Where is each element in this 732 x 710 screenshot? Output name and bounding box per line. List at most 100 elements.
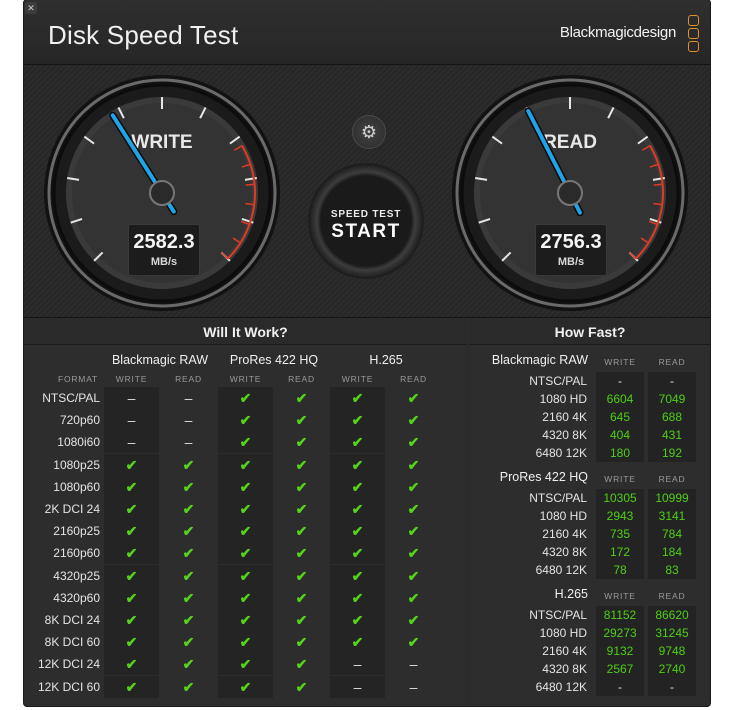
wiw-column-header: WRITE: [115, 374, 148, 384]
app-window: Disk Speed Test Blackmagicdesign WRITE 2…: [24, 0, 710, 706]
app-title: Disk Speed Test: [48, 20, 239, 50]
check-icon: ✔: [295, 456, 308, 473]
hf-format-label: 2160 4K: [542, 410, 587, 424]
hf-format-label: 6480 12K: [535, 563, 587, 577]
hf-format-label: 4320 8K: [542, 662, 587, 676]
hf-row: 1080 HD 2943 3141: [470, 507, 710, 525]
hf-format-label: 1080 HD: [539, 392, 587, 406]
hf-column-header: WRITE: [604, 591, 636, 601]
check-icon: ✔: [295, 501, 308, 517]
check-icon: ✔: [218, 542, 273, 565]
check-icon: ✔: [330, 520, 385, 543]
hf-row: NTSC/PAL 10305 10999: [470, 489, 710, 507]
settings-gear-button[interactable]: ⚙: [352, 115, 386, 149]
hf-read-value: 3141: [648, 507, 696, 525]
gauge-redline-tick: [245, 183, 255, 186]
title-bar: Disk Speed Test Blackmagicdesign: [24, 0, 710, 65]
check-icon: ✔: [104, 631, 159, 654]
hf-row: 4320 8K 172 184: [470, 543, 710, 561]
check-icon: ✔: [330, 609, 385, 631]
wiw-format-label: 8K DCI 24: [44, 613, 100, 627]
gauge-hub: [557, 180, 583, 206]
close-button[interactable]: ✕: [25, 2, 37, 14]
hf-format-label: 2160 4K: [542, 527, 587, 541]
how-fast-title: How Fast?: [470, 320, 710, 345]
hf-row: 6480 12K 180 192: [470, 444, 710, 462]
check-icon: ✔: [407, 478, 420, 495]
check-icon: ✔: [104, 542, 159, 565]
wiw-column-header: WRITE: [229, 374, 262, 384]
hf-column-header: READ: [658, 474, 686, 484]
wiw-row: 2160p25 ✔ ✔ ✔ ✔ ✔ ✔: [24, 520, 467, 543]
hf-read-value: 7049: [648, 390, 696, 408]
check-icon: ✔: [295, 390, 308, 406]
check-icon: ✔: [407, 412, 420, 429]
wiw-format-label: 1080p60: [53, 479, 100, 494]
check-icon: ✔: [330, 409, 385, 432]
hf-format-label: 2160 4K: [542, 644, 587, 658]
hf-read-value: 784: [648, 525, 696, 543]
read-speed-value: 2756.3: [540, 231, 602, 253]
wiw-row: 1080p25 ✔ ✔ ✔ ✔ ✔ ✔: [24, 453, 467, 476]
hf-column-header: WRITE: [604, 474, 636, 484]
wiw-row: 4320p25 ✔ ✔ ✔ ✔ ✔ ✔: [24, 564, 467, 587]
check-icon: ✔: [407, 589, 420, 606]
hf-format-label: NTSC/PAL: [529, 608, 587, 622]
dash-icon: –: [184, 390, 193, 406]
hf-read-value: -: [648, 372, 696, 390]
hf-format-label: 6480 12K: [535, 680, 587, 694]
hf-write-value: 404: [596, 426, 644, 444]
hf-write-value: 2567: [596, 660, 644, 678]
hf-read-value: 86620: [648, 606, 696, 624]
will-it-work-panel: Will It Work? Blackmagic RAW ProRes 422 H…: [24, 320, 467, 706]
wiw-column-header: READ: [400, 374, 427, 384]
check-icon: ✔: [104, 475, 159, 498]
hf-row: 6480 12K - -: [470, 678, 710, 696]
dash-icon: –: [409, 678, 418, 695]
wiw-group-header: H.265: [369, 353, 403, 367]
dash-icon: –: [330, 675, 385, 698]
read-gauge: READ: [452, 75, 688, 311]
check-icon: ✔: [218, 586, 273, 609]
brand-logo-text: Blackmagicdesign: [559, 24, 676, 41]
check-icon: ✔: [182, 612, 195, 628]
write-gauge: WRITE: [44, 75, 280, 311]
hf-read-value: 431: [648, 426, 696, 444]
check-icon: ✔: [295, 434, 308, 451]
wiw-row: 12K DCI 60 ✔ ✔ ✔ ✔ – –: [24, 675, 467, 698]
hf-row: 1080 HD 29273 31245: [470, 624, 710, 642]
check-icon: ✔: [407, 456, 420, 473]
wiw-format-label: 4320p60: [53, 590, 100, 605]
gauge-label: WRITE: [131, 132, 192, 153]
check-icon: ✔: [218, 475, 273, 498]
hf-write-value: 735: [596, 525, 644, 543]
check-icon: ✔: [218, 631, 273, 654]
wiw-row: NTSC/PAL – – ✔ ✔ ✔ ✔: [24, 387, 467, 409]
check-icon: ✔: [407, 501, 420, 517]
wiw-row: 2160p60 ✔ ✔ ✔ ✔ ✔ ✔: [24, 542, 467, 565]
gauge-hub: [149, 180, 175, 206]
hf-format-label: 6480 12K: [535, 446, 587, 460]
brand-mark-icon: [688, 15, 700, 53]
wiw-format-label: 2160p60: [53, 546, 100, 561]
check-icon: ✔: [295, 634, 308, 651]
hf-format-label: NTSC/PAL: [529, 491, 587, 505]
will-it-work-title: Will It Work?: [24, 320, 467, 345]
check-icon: ✔: [104, 586, 159, 609]
hf-write-value: 6604: [596, 390, 644, 408]
wiw-format-label: 2K DCI 24: [44, 502, 100, 516]
wiw-group-header: Blackmagic RAW: [111, 353, 209, 367]
hf-row: 1080 HD 6604 7049: [470, 390, 710, 408]
wiw-row: 1080i60– – ✔ ✔ ✔ ✔: [24, 431, 467, 454]
gauge-redline-tick: [653, 183, 663, 186]
check-icon: ✔: [330, 387, 385, 409]
start-button-caption: SPEED TEST: [330, 209, 402, 220]
check-icon: ✔: [182, 501, 195, 517]
check-icon: ✔: [218, 564, 273, 587]
check-icon: ✔: [104, 498, 159, 520]
hf-format-label: 1080 HD: [539, 626, 587, 640]
wiw-format-label: NTSC/PAL: [42, 391, 100, 405]
start-button[interactable]: SPEED TEST START: [308, 163, 424, 279]
check-icon: ✔: [330, 564, 385, 587]
check-icon: ✔: [295, 478, 308, 495]
